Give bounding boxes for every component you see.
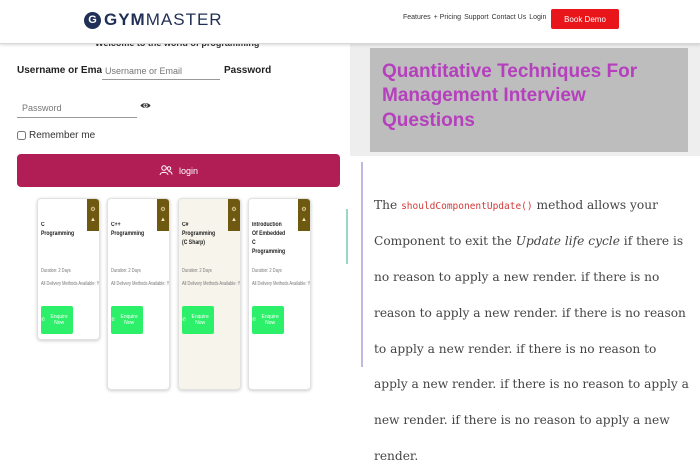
logo-mark-icon: G [84,11,101,29]
course-title: C Programming [41,222,75,237]
enquire-now-button[interactable]: ✆ Enquire Now [41,306,73,334]
username-input[interactable] [102,62,220,80]
enquire-now-button[interactable]: ✆ Enquire Now [111,306,143,334]
graduation-icon: ▲ [231,217,237,223]
remember-me[interactable]: Remember me [17,130,95,141]
course-card[interactable]: ⚙ ▲ C Programming Duration: 2 Days All D… [37,198,100,340]
graduation-icon: ▲ [90,217,96,223]
course-duration: Duration: 2 Days [252,268,282,274]
course-badge: ⚙ ▲ [228,199,240,231]
course-delivery: All Delivery Methods Available: Yes [252,281,311,287]
course-card[interactable]: ⚙ ▲ C++ Programming Duration: 2 Days All… [107,198,170,390]
course-title: Introduction Of Embedded C Programming [252,222,286,255]
graduation-icon: ▲ [160,217,166,223]
course-delivery: All Delivery Methods Available: Yes [182,281,241,287]
nav-contact[interactable]: Contact Us [492,14,527,21]
nav-support[interactable]: Support [464,14,489,21]
course-delivery: All Delivery Methods Available: Yes [41,281,100,287]
article-body: The shouldComponentUpdate() method allow… [374,198,689,464]
password-input[interactable] [17,98,137,118]
accent-divider [346,209,348,264]
login-button[interactable]: login [17,154,340,187]
login-button-label: login [178,165,198,176]
login-panel: Welcome to the world of programming User… [0,38,350,400]
course-delivery: All Delivery Methods Available: Yes [111,281,170,287]
inline-code: shouldComponentUpdate() [401,201,533,212]
top-navbar: G GYMMASTER Features + Pricing Support C… [0,0,700,44]
graduation-icon: ▲ [301,217,307,223]
course-card[interactable]: ⚙ ▲ Introduction Of Embedded C Programmi… [248,198,311,390]
gymmaster-logo[interactable]: G GYMMASTER [84,10,223,30]
enquire-now-button[interactable]: ✆ Enquire Now [182,306,214,334]
course-cards: ⚙ ▲ C Programming Duration: 2 Days All D… [37,198,317,398]
gear-icon: ⚙ [160,207,166,213]
course-badge: ⚙ ▲ [157,199,169,231]
article-header: Quantitative Techniques For Management I… [350,44,700,156]
gear-icon: ⚙ [301,207,307,213]
remember-me-checkbox[interactable] [17,131,26,140]
article-banner: Quantitative Techniques For Management I… [370,48,688,152]
remember-me-label: Remember me [29,130,96,141]
course-meta: Duration: 2 Days All Delivery Methods Av… [252,265,311,291]
gear-icon: ⚙ [90,207,96,213]
show-password-eye-icon[interactable] [140,100,151,111]
course-duration: Duration: 2 Days [41,268,71,274]
course-meta: Duration: 2 Days All Delivery Methods Av… [111,265,170,291]
course-duration: Duration: 2 Days [111,268,141,274]
blockquote-bar [361,162,363,367]
course-badge: ⚙ ▲ [298,199,310,231]
book-demo-button[interactable]: Book Demo [551,9,619,29]
nav-login[interactable]: Login [529,14,546,21]
nav-features[interactable]: Features [403,14,431,21]
nav-links: Features + Pricing Support Contact Us Lo… [403,14,546,21]
article-panel: Quantitative Techniques For Management I… [346,44,700,463]
article-title: Quantitative Techniques For Management I… [382,61,638,131]
username-label: Username or Email [17,65,108,76]
gear-icon: ⚙ [231,207,237,213]
course-meta: Duration: 2 Days All Delivery Methods Av… [41,265,100,291]
password-label: Password [224,65,272,76]
course-meta: Duration: 2 Days All Delivery Methods Av… [182,265,241,291]
course-badge: ⚙ ▲ [87,199,99,231]
course-title: C# Programming (C Sharp) [182,222,216,246]
nav-pricing[interactable]: + Pricing [434,14,461,21]
course-duration: Duration: 2 Days [182,268,212,274]
logo-text: GYMMASTER [104,10,223,29]
enquire-now-button[interactable]: ✆ Enquire Now [252,306,284,334]
emphasis: Update life cycle [515,233,620,248]
users-icon [159,165,173,176]
course-title: C++ Programming [111,222,145,237]
course-card[interactable]: ⚙ ▲ C# Programming (C Sharp) Duration: 2… [178,198,241,390]
